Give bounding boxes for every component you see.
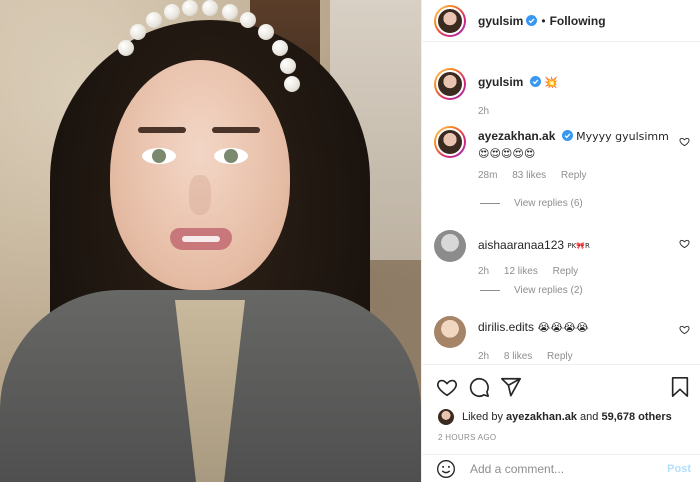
photo-right-eye	[214, 148, 248, 164]
liker-avatar	[438, 409, 454, 425]
comment-time: 2h	[478, 266, 490, 277]
commenter-badge: PK🎀R	[567, 242, 590, 250]
comment-like-heart-icon[interactable]	[679, 136, 690, 147]
comment-like-heart-icon[interactable]	[679, 324, 690, 335]
comment-item: dirilis.edits 😭😭😭😭 2h 8 likes Reply	[434, 316, 696, 362]
comments-list[interactable]: gyulsim 💥 2h ayezakhan.ak Myyyy gyulsimm…	[422, 52, 700, 364]
commenter-avatar[interactable]	[434, 230, 466, 262]
bookmark-icon[interactable]	[669, 376, 691, 398]
reply-button[interactable]: Reply	[561, 170, 587, 181]
likes-middle: and	[580, 411, 599, 423]
author-avatar[interactable]	[434, 4, 466, 37]
comment-item: aishaaranaa123 PK🎀R 2h 12 likes Reply	[434, 230, 696, 277]
photo-right-brow	[212, 127, 260, 133]
view-replies-label[interactable]: View replies (6)	[514, 198, 583, 209]
comment-item: ayezakhan.ak Myyyy gyulsimm 😍😍😍😍😍 28m 83…	[434, 126, 696, 181]
comment-icon[interactable]	[468, 376, 490, 398]
comment-text: 😭😭😭😭	[537, 321, 589, 334]
smiley-icon[interactable]	[436, 459, 456, 479]
add-comment-bar: Post	[422, 454, 700, 482]
post-side-panel: gyulsim • Following gyulsim 💥 2h ayezakh…	[421, 0, 700, 482]
caption-time: 2h	[478, 106, 490, 117]
comment-likes[interactable]: 12 likes	[504, 266, 538, 277]
view-replies-button[interactable]: View replies (2)	[480, 285, 583, 296]
comment-likes[interactable]: 8 likes	[504, 351, 532, 362]
caption-avatar[interactable]	[434, 68, 466, 100]
likes-count[interactable]: 59,678 others	[601, 411, 671, 423]
comment-likes[interactable]: 83 likes	[512, 170, 546, 181]
photo-pearl-headband	[118, 0, 300, 92]
action-icons	[436, 376, 532, 398]
commenter-avatar[interactable]	[434, 316, 466, 348]
caption: gyulsim 💥 2h	[434, 68, 696, 117]
commenter-username[interactable]: ayezakhan.ak	[478, 129, 555, 143]
post-timestamp[interactable]: 2 HOURS AGO	[438, 433, 496, 442]
reply-button[interactable]: Reply	[547, 351, 573, 362]
instagram-post: gyulsim • Following gyulsim 💥 2h ayezakh…	[0, 0, 700, 482]
comment-input[interactable]	[470, 461, 640, 476]
replies-divider-line	[480, 203, 500, 204]
commenter-avatar[interactable]	[434, 126, 466, 158]
commenter-username[interactable]: dirilis.edits	[478, 320, 534, 334]
comment-time: 28m	[478, 170, 498, 181]
likes-prefix: Liked by	[462, 411, 503, 423]
caption-text: 💥	[544, 76, 558, 89]
post-header: gyulsim • Following	[422, 0, 700, 42]
commenter-username[interactable]: aishaaranaa123	[478, 238, 564, 252]
post-actions-section: Liked by ayezakhan.ak and 59,678 others …	[422, 364, 700, 454]
post-photo[interactable]	[0, 0, 421, 482]
comment-time: 2h	[478, 351, 490, 362]
likes-summary[interactable]: Liked by ayezakhan.ak and 59,678 others	[438, 409, 672, 425]
paper-plane-icon[interactable]	[500, 376, 522, 398]
photo-left-brow	[138, 127, 186, 133]
photo-lips	[170, 228, 232, 250]
header-separator: •	[541, 13, 546, 28]
view-replies-label[interactable]: View replies (2)	[514, 285, 583, 296]
verified-badge-icon	[561, 130, 573, 141]
reply-button[interactable]: Reply	[553, 266, 579, 277]
author-username[interactable]: gyulsim	[478, 14, 523, 28]
photo-left-eye	[142, 148, 176, 164]
caption-username[interactable]: gyulsim	[478, 75, 523, 89]
comment-like-heart-icon[interactable]	[679, 238, 690, 249]
replies-divider-line	[480, 290, 500, 291]
post-comment-button[interactable]: Post	[667, 463, 691, 475]
following-button[interactable]: Following	[550, 14, 606, 28]
liker-username[interactable]: ayezakhan.ak	[506, 411, 577, 423]
view-replies-button[interactable]: View replies (6)	[480, 198, 583, 209]
verified-badge-icon	[529, 76, 541, 87]
verified-badge-icon	[526, 15, 538, 26]
heart-icon[interactable]	[436, 376, 458, 398]
photo-nose	[189, 175, 211, 215]
